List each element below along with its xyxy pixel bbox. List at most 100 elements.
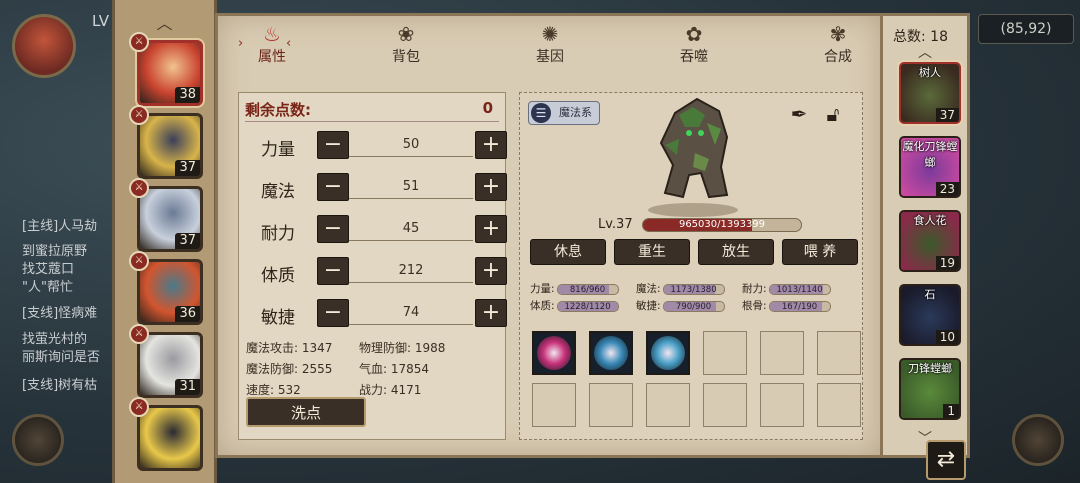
stat-row: 耐力 −45 + — [239, 215, 507, 245]
stat-row: 体质 −212 + — [239, 257, 507, 287]
quest-line: "人"帮忙 — [22, 280, 73, 295]
tab-devour[interactable]: ✿ 吞噬 — [654, 22, 734, 66]
increase-button[interactable]: + — [475, 299, 507, 327]
attribute-box: 剩余点数: 0 力量 −50 + 魔法 −51 + 耐力 −45 + 体质 −212 + 敏捷 −74 + … — [238, 92, 507, 440]
swap-exit-button[interactable]: ⇄ — [926, 440, 966, 480]
stat-row: 魔法 −51 + — [239, 173, 507, 203]
hero-card[interactable]: 31 — [137, 332, 203, 398]
hero-level: 31 — [175, 379, 200, 395]
school-label: 魔法系 — [559, 106, 592, 119]
aptitude-stat: 耐力: 1013/1140 — [742, 281, 831, 296]
monster-action-button[interactable]: 喂 养 — [782, 239, 858, 265]
monster-action-button[interactable]: 放生 — [698, 239, 774, 265]
skill-icon — [651, 336, 685, 370]
monster-card[interactable]: 树人 37 — [899, 62, 961, 124]
skill-round-button[interactable] — [12, 414, 64, 466]
aptitude-value: 1013/1140 — [776, 284, 823, 295]
derived-stat: 气血: 17854 — [359, 362, 430, 376]
sword-badge-icon: ⚔ — [129, 32, 149, 52]
hero-level: 36 — [175, 306, 200, 322]
decrease-button[interactable]: − — [317, 215, 349, 243]
hero-level: 37 — [175, 160, 200, 176]
derived-stat: 速度: 532 — [246, 383, 301, 397]
aptitude-stat: 敏捷: 790/900 — [636, 298, 725, 313]
decrease-button[interactable]: − — [317, 299, 349, 327]
monster-list: 总数: 18 ︿ 树人 37 魔化刀锋螳螂 23 食人花 19 石 10 刀锋螳螂 1 ﹀ — [880, 13, 970, 458]
monster-name: 刀锋螳螂 — [908, 362, 952, 375]
aptitude-label: 力量: — [530, 283, 555, 295]
empty-skill-slot[interactable] — [589, 383, 633, 427]
skill-icon — [594, 336, 628, 370]
decrease-button[interactable]: − — [317, 131, 349, 159]
monster-portrait — [659, 97, 729, 199]
stat-row: 力量 −50 + — [239, 131, 507, 161]
rename-quill-icon[interactable]: ✒ — [786, 101, 812, 127]
tab-synthesis[interactable]: ✾ 合成 — [798, 22, 878, 66]
aptitude-bar: 1228/1120 — [556, 300, 619, 312]
active-tab-right-marker-icon: ‹ — [286, 36, 292, 51]
empty-skill-slot[interactable] — [817, 331, 861, 375]
increase-button[interactable]: + — [475, 173, 507, 201]
monster-action-button[interactable]: 休息 — [530, 239, 606, 265]
aptitude-label: 敏捷: — [636, 300, 661, 312]
hero-card[interactable]: 37 — [137, 113, 203, 179]
monster-card[interactable]: 食人花 19 — [899, 210, 961, 272]
monster-card[interactable]: 石 10 — [899, 284, 961, 346]
skill-slot[interactable] — [646, 331, 690, 375]
decrease-button[interactable]: − — [317, 257, 349, 285]
tab-bar: ♨ 属性 › ‹ ❀ 背包 ✺ 基因 ✿ 吞噬 ✾ 合成 — [218, 16, 880, 68]
tab-gene[interactable]: ✺ 基因 — [510, 22, 590, 66]
monster-card[interactable]: 魔化刀锋螳螂 23 — [899, 136, 961, 198]
list-icon: ☰ — [531, 103, 551, 123]
monster-level-badge: 10 — [935, 330, 959, 344]
house-round-button[interactable] — [1012, 414, 1064, 466]
aptitude-label: 耐力: — [742, 283, 767, 295]
decrease-button[interactable]: − — [317, 173, 349, 201]
remaining-points-label: 剩余点数: — [245, 101, 311, 119]
hero-card[interactable]: 36 — [137, 259, 203, 325]
remaining-points-value: 0 — [482, 99, 493, 117]
aptitude-bar: 790/900 — [662, 300, 725, 312]
tab-label: 背包 — [392, 49, 420, 65]
hero-level: 37 — [175, 233, 200, 249]
divider — [245, 121, 499, 122]
hero-card[interactable]: 37 — [137, 186, 203, 252]
stat-value: 212 — [349, 259, 473, 283]
school-tag[interactable]: ☰ 魔法系 — [528, 101, 600, 125]
tab-label: 属性 — [258, 49, 286, 65]
empty-skill-slot[interactable] — [646, 383, 690, 427]
empty-skill-slot[interactable] — [703, 331, 747, 375]
reset-points-button[interactable]: 洗点 — [246, 397, 366, 427]
hero-card[interactable] — [137, 405, 203, 471]
tab-flame[interactable]: ♨ 属性 — [232, 22, 312, 66]
empty-skill-slot[interactable] — [760, 331, 804, 375]
monster-name: 石 — [924, 288, 936, 301]
skill-slot[interactable] — [589, 331, 633, 375]
lock-icon[interactable]: 🔓︎ — [820, 101, 846, 127]
aptitude-stat: 魔法: 1173/1380 — [636, 281, 725, 296]
list-scroll-up-icon[interactable]: ︿ — [883, 42, 967, 62]
monster-name: 魔化刀锋螳螂 — [902, 140, 958, 169]
derived-stat: 物理防御: 1988 — [359, 341, 446, 355]
stat-value: 45 — [349, 217, 473, 241]
increase-button[interactable]: + — [475, 257, 507, 285]
monster-level: Lv.37 — [598, 217, 633, 232]
increase-button[interactable]: + — [475, 215, 507, 243]
monster-level-badge: 23 — [935, 182, 959, 196]
devour-icon: ✿ — [685, 22, 703, 46]
hero-roster: ︿ 38 ⚔ 37 ⚔ 37 ⚔ 36 ⚔ 31 ⚔ ⚔ — [112, 0, 217, 483]
aptitude-value: 790/900 — [675, 301, 712, 312]
empty-skill-slot[interactable] — [817, 383, 861, 427]
sword-badge-icon: ⚔ — [129, 251, 149, 271]
monster-action-button[interactable]: 重生 — [614, 239, 690, 265]
empty-skill-slot[interactable] — [703, 383, 747, 427]
tab-bag[interactable]: ❀ 背包 — [366, 22, 446, 66]
hero-card[interactable]: 38 — [137, 40, 203, 106]
skill-slot[interactable] — [532, 331, 576, 375]
roster-scroll-up-icon[interactable]: ︿ — [115, 10, 214, 34]
empty-skill-slot[interactable] — [532, 383, 576, 427]
player-avatar[interactable] — [12, 14, 76, 78]
monster-card[interactable]: 刀锋螳螂 1 — [899, 358, 961, 420]
empty-skill-slot[interactable] — [760, 383, 804, 427]
increase-button[interactable]: + — [475, 131, 507, 159]
